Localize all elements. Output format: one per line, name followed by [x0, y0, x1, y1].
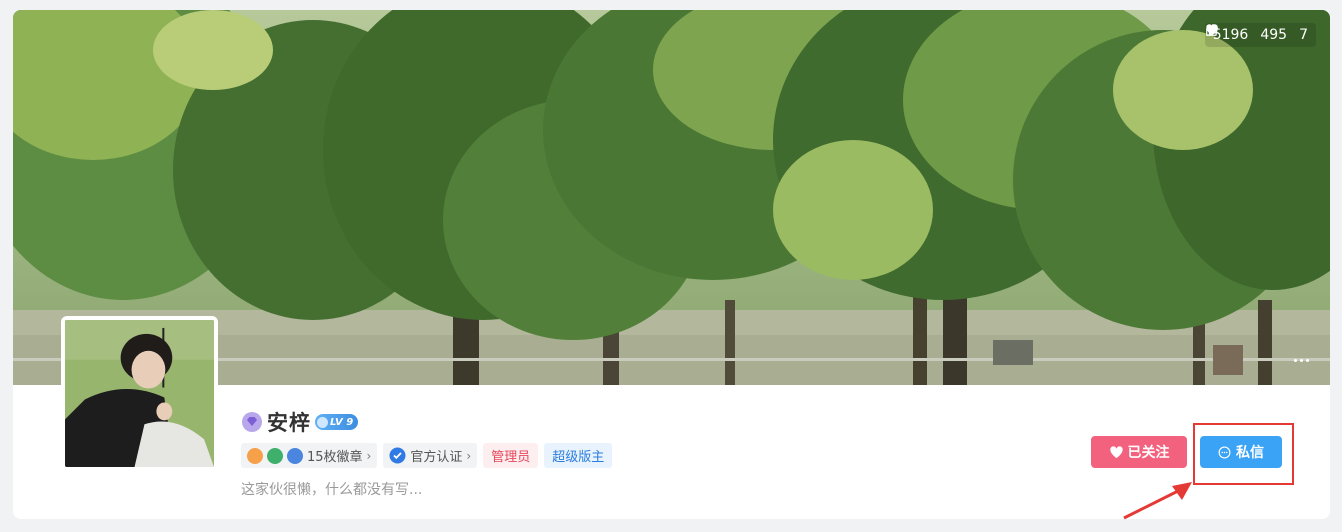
role-admin-label: 管理员 — [491, 450, 531, 465]
more-dot — [1305, 358, 1309, 362]
heart-icon — [1205, 24, 1218, 36]
level-dot — [317, 416, 328, 428]
stats-bar: 5196 495 7 — [1204, 23, 1316, 47]
medal-icon — [267, 447, 283, 464]
favorites-count: 7 — [1299, 27, 1308, 43]
certified-label: 官方认证 — [410, 450, 463, 465]
medal-icon — [287, 447, 303, 464]
message-button[interactable]: 私信 — [1200, 436, 1282, 468]
role-moderator-badge: 超级版主 — [544, 443, 613, 468]
avatar[interactable] — [61, 316, 218, 471]
level-text: LV 9 — [330, 416, 354, 428]
favorites-stat: 7 — [1205, 24, 1308, 43]
more-dot — [1299, 358, 1303, 362]
medals-tag[interactable]: 15枚徽章 › — [241, 443, 378, 468]
likes-stat: 495 — [1205, 24, 1288, 43]
profile-card: 5196 495 7 安梓 LV 9 15枚徽章 › 官方认证 › 管理员 超级… — [13, 10, 1330, 519]
name-row: 安梓 LV 9 — [241, 407, 359, 437]
more-dot — [1293, 358, 1297, 362]
verified-icon — [389, 447, 406, 464]
bio-text: 这家伙很懒，什么都没有写... — [241, 482, 423, 498]
likes-count: 495 — [1260, 27, 1288, 43]
level-badge-icon: LV 9 — [315, 414, 359, 430]
chevron-right-icon: › — [466, 448, 472, 463]
chat-icon — [1218, 446, 1231, 458]
username[interactable]: 安梓 — [267, 407, 311, 437]
avatar-image — [65, 320, 214, 467]
role-admin-badge: 管理员 — [483, 443, 539, 468]
more-icon[interactable] — [1290, 353, 1312, 367]
heart-icon — [1109, 445, 1123, 458]
medals-label: 15枚徽章 — [307, 450, 363, 465]
tags-row: 15枚徽章 › 官方认证 › 管理员 超级版主 — [241, 443, 613, 468]
medal-icon — [247, 447, 263, 464]
vip-gem-icon — [242, 412, 262, 432]
certified-tag[interactable]: 官方认证 › — [383, 443, 478, 468]
follow-label: 已关注 — [1127, 445, 1170, 461]
message-label: 私信 — [1236, 445, 1264, 461]
follow-button[interactable]: 已关注 — [1091, 436, 1187, 468]
chevron-right-icon: › — [366, 448, 372, 463]
role-moderator-label: 超级版主 — [552, 450, 605, 465]
